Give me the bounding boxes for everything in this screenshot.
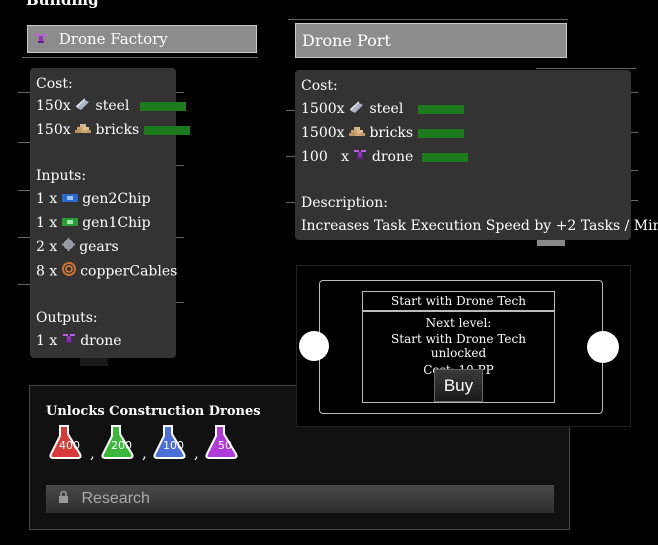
red-flask-icon: 400 (46, 424, 88, 460)
cost-row-steel: 150x steel (36, 97, 186, 115)
research-button-label: Research (81, 490, 150, 508)
cost-row-bricks: 1500x bricks (301, 124, 464, 142)
description-label: Description: (301, 195, 388, 211)
inputs-label: Inputs: (36, 168, 87, 184)
left-connector (299, 331, 329, 361)
drone-icon (34, 27, 48, 53)
drone-factory-title: Drone Factory (58, 30, 168, 48)
chip-icon (61, 214, 78, 232)
cost-row-bricks: 150x bricks (36, 121, 190, 139)
prestige-details-box: Next level: Start with Drone Tech unlock… (362, 311, 555, 403)
drone-icon (62, 332, 76, 350)
drone-factory-tooltip: Cost: 150x steel 150x bricks Inputs: 1 x… (30, 68, 190, 358)
outputs-label: Outputs: (36, 310, 98, 326)
research-button[interactable]: Research (46, 485, 554, 513)
drone-port-tooltip: Cost: 1500x steel 1500x bricks 100 x dro… (295, 70, 658, 240)
next-level-text: Start with Drone Tech unlocked (391, 332, 526, 360)
green-flask-icon: 200 (98, 424, 140, 460)
input-row-coppercables: 8 x copperCables (36, 262, 178, 281)
buy-button[interactable]: Buy (434, 369, 483, 402)
progress-bar (417, 104, 464, 114)
gear-icon (61, 238, 75, 256)
cost-row-drone: 100 x drone (301, 148, 468, 166)
blue-flask-icon: 100 (150, 424, 192, 460)
drone-factory-header[interactable]: Drone Factory (27, 25, 257, 53)
progress-bar (421, 152, 468, 162)
cost-row-steel: 1500x steel (301, 100, 464, 118)
prestige-title-box: Start with Drone Tech Unlocked - (0/1) (362, 291, 555, 326)
steel-ingot-icon (349, 100, 365, 118)
research-title: Unlocks Construction Drones (46, 404, 261, 419)
section-label: Building (26, 0, 99, 9)
input-row-gen1chip: 1 x gen1Chip (36, 214, 151, 232)
input-row-gen2chip: 1 x gen2Chip (36, 190, 151, 208)
steel-ingot-icon (75, 97, 91, 115)
drone-port-header[interactable]: Drone Port (295, 23, 567, 58)
chip-icon (61, 190, 78, 208)
lock-icon (58, 485, 69, 513)
drone-port-title: Drone Port (302, 31, 391, 50)
cost-label: Cost: (301, 78, 338, 94)
drone-icon (353, 148, 367, 166)
purple-flask-icon: 50 (202, 424, 244, 460)
input-row-gears: 2 x gears (36, 238, 119, 256)
output-row-drone: 1 x drone (36, 332, 122, 350)
right-connector (587, 331, 619, 363)
progress-bar (417, 128, 464, 138)
progress-bar (139, 101, 186, 111)
prestige-node: Start with Drone Tech Unlocked - (0/1) N… (296, 265, 631, 427)
next-level-label: Next level: (425, 316, 492, 330)
cost-label: Cost: (36, 76, 73, 92)
cable-coil-icon (61, 262, 76, 281)
description-text: Increases Task Execution Speed by +2 Tas… (301, 218, 658, 234)
bricks-icon (75, 121, 92, 139)
bricks-icon (349, 124, 365, 142)
progress-bar (143, 125, 190, 135)
